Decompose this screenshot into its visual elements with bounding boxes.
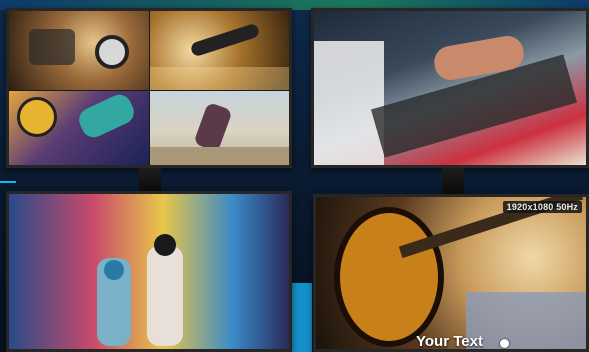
- monitor-bottom-left: [6, 191, 292, 352]
- video-guitarist: [316, 197, 586, 349]
- monitor-bottom-right: 1920x1080 50Hz Your Text: [313, 194, 589, 352]
- video-tile-turntable: [9, 91, 149, 165]
- resolution-badge: 1920x1080 50Hz: [502, 201, 582, 213]
- video-dj-controller: [314, 11, 586, 165]
- video-tile-dj-mixer: [9, 11, 149, 90]
- video-graffiti-dancers: [9, 194, 289, 349]
- caption-text: Your Text: [416, 333, 483, 350]
- monitor-stand-right: [442, 168, 464, 194]
- monitor-top-right: [311, 8, 589, 168]
- caption-dot-icon: [500, 339, 509, 348]
- monitor-stand-left: [139, 168, 161, 191]
- accent-stripe: [292, 283, 312, 352]
- monitor-top-left: [6, 8, 292, 168]
- video-tile-breakdancer: [150, 91, 289, 165]
- accent-line: [0, 181, 16, 183]
- video-tile-microphone: [150, 11, 289, 90]
